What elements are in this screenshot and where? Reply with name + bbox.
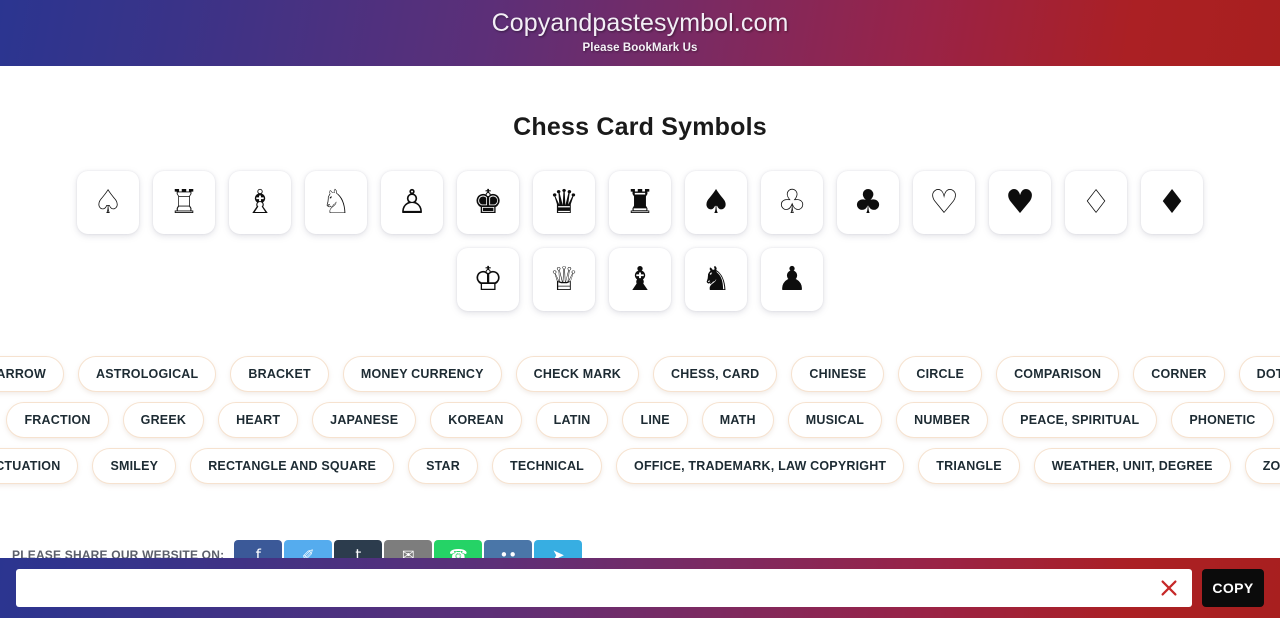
copy-input-wrap <box>16 569 1192 607</box>
symbol-tile-white-chess-knight[interactable]: ♘ <box>305 171 367 234</box>
black-spade-suit-glyph: ♠ <box>701 182 731 221</box>
symbol-tile-black-club-suit[interactable]: ♣ <box>837 171 899 234</box>
category-chip[interactable]: ZODIAC <box>1244 448 1280 484</box>
category-chip[interactable]: CHINESE <box>791 356 885 392</box>
category-chip[interactable]: COMPARISON <box>996 356 1120 392</box>
white-heart-suit-glyph: ♡ <box>929 182 959 221</box>
category-chip[interactable]: NUMBER <box>896 402 989 438</box>
category-chip[interactable]: PUNCTUATION <box>0 448 79 484</box>
copy-button[interactable]: COPY <box>1202 569 1264 607</box>
symbol-tile-black-chess-pawn[interactable]: ♟ <box>761 248 823 311</box>
symbol-tile-black-spade-suit[interactable]: ♠ <box>685 171 747 234</box>
category-row-1: ARROW ASTROLOGICAL BRACKET MONEY CURRENCY CH… <box>0 356 1280 392</box>
category-row-3: PUNCTUATION SMILEY RECTANGLE AND SQUARE STA… <box>0 448 1280 484</box>
black-club-suit-glyph: ♣ <box>853 182 883 221</box>
page-stage: Copyandpastesymbol.com Please BookMark U… <box>0 0 1280 618</box>
category-chip[interactable]: STAR <box>408 448 478 484</box>
category-chip[interactable]: FRACTION <box>6 402 109 438</box>
black-diamond-suit-glyph: ♦ <box>1157 182 1187 221</box>
category-chip[interactable]: PEACE, SPIRITUAL <box>1002 402 1158 438</box>
black-chess-pawn-glyph: ♟ <box>777 259 807 298</box>
symbol-tile-white-chess-rook[interactable]: ♖ <box>153 171 215 234</box>
black-chess-rook-glyph: ♜ <box>625 182 655 221</box>
category-chip[interactable]: MATH <box>701 402 774 438</box>
site-header: Copyandpastesymbol.com Please BookMark U… <box>0 0 1280 68</box>
white-diamond-suit-glyph: ♢ <box>1081 182 1111 221</box>
symbol-tile-black-chess-rook[interactable]: ♜ <box>609 171 671 234</box>
white-chess-bishop-glyph: ♗ <box>245 182 275 221</box>
symbol-output-input[interactable] <box>16 569 1192 607</box>
category-chip[interactable]: ARROW <box>0 356 64 392</box>
category-chip[interactable]: DOT <box>1238 356 1280 392</box>
symbol-tile-white-club-suit[interactable]: ♧ <box>761 171 823 234</box>
symbol-tile-black-chess-bishop[interactable]: ♝ <box>609 248 671 311</box>
category-chip[interactable]: WEATHER, UNIT, DEGREE <box>1033 448 1231 484</box>
category-chip[interactable]: LINE <box>622 402 688 438</box>
symbol-tile-white-chess-pawn[interactable]: ♙ <box>381 171 443 234</box>
black-chess-queen-glyph: ♛ <box>549 182 579 221</box>
category-chip[interactable]: JAPANESE <box>312 402 417 438</box>
white-chess-rook-glyph: ♖ <box>169 182 199 221</box>
copy-bar: COPY <box>0 558 1280 618</box>
symbol-tile-white-heart-suit[interactable]: ♡ <box>913 171 975 234</box>
symbol-tile-white-chess-bishop[interactable]: ♗ <box>229 171 291 234</box>
category-chip[interactable]: OFFICE, TRADEMARK, LAW COPYRIGHT <box>616 448 905 484</box>
white-chess-king-glyph: ♔ <box>473 259 503 298</box>
category-chip[interactable]: SMILEY <box>92 448 177 484</box>
black-chess-king-glyph: ♚ <box>473 182 503 221</box>
main-content: Chess Card Symbols ♤ ♖ ♗ ♘ ♙ ♚ ♛ ♜ ♠ ♧ ♣ ♡ ♥ ♢ ♦ ♔ ♕ ♝ ♞ ♟ … <box>0 68 1280 484</box>
page-title: Chess Card Symbols <box>513 113 767 141</box>
category-chip[interactable]: CHECK MARK <box>515 356 640 392</box>
category-row-2: FRACTION GREEK HEART JAPANESE KOREAN LATIN LIN… <box>6 402 1274 438</box>
category-chip[interactable]: LATIN <box>535 402 609 438</box>
category-chip[interactable]: CIRCLE <box>898 356 983 392</box>
category-chip[interactable]: TRIANGLE <box>918 448 1020 484</box>
symbol-tile-white-chess-king[interactable]: ♔ <box>457 248 519 311</box>
category-chip[interactable]: RECTANGLE AND SQUARE <box>190 448 395 484</box>
white-chess-pawn-glyph: ♙ <box>397 182 427 221</box>
white-club-suit-glyph: ♧ <box>777 182 807 221</box>
category-chip-area: ARROW ASTROLOGICAL BRACKET MONEY CURRENCY CH… <box>0 356 1280 484</box>
white-chess-knight-glyph: ♘ <box>321 182 351 221</box>
black-chess-bishop-glyph: ♝ <box>625 259 655 298</box>
category-chip[interactable]: CHESS, CARD <box>653 356 778 392</box>
bookmark-prompt: Please BookMark Us <box>582 42 698 55</box>
symbol-tile-black-diamond-suit[interactable]: ♦ <box>1141 171 1203 234</box>
category-chip[interactable]: TECHNICAL <box>492 448 603 484</box>
black-chess-knight-glyph: ♞ <box>701 259 731 298</box>
category-chip[interactable]: ASTROLOGICAL <box>77 356 217 392</box>
clear-icon[interactable] <box>1158 577 1180 599</box>
category-chip[interactable]: MUSICAL <box>787 402 883 438</box>
black-heart-suit-glyph: ♥ <box>1005 182 1035 221</box>
category-chip[interactable]: MONEY CURRENCY <box>342 356 502 392</box>
white-spade-suit-glyph: ♤ <box>93 182 123 221</box>
category-chip[interactable]: GREEK <box>122 402 205 438</box>
symbol-tile-black-chess-king[interactable]: ♚ <box>457 171 519 234</box>
category-chip[interactable]: BRACKET <box>230 356 329 392</box>
symbol-tile-black-heart-suit[interactable]: ♥ <box>989 171 1051 234</box>
category-chip[interactable]: HEART <box>218 402 299 438</box>
category-chip[interactable]: CORNER <box>1133 356 1225 392</box>
category-chip[interactable]: PHONETIC <box>1171 402 1274 438</box>
symbol-grid: ♤ ♖ ♗ ♘ ♙ ♚ ♛ ♜ ♠ ♧ ♣ ♡ ♥ ♢ ♦ ♔ ♕ ♝ ♞ ♟ <box>50 142 1230 318</box>
symbol-tile-white-spade-suit[interactable]: ♤ <box>77 171 139 234</box>
symbol-tile-black-chess-queen[interactable]: ♛ <box>533 171 595 234</box>
white-chess-queen-glyph: ♕ <box>549 259 579 298</box>
category-chip[interactable]: KOREAN <box>430 402 522 438</box>
symbol-tile-black-chess-knight[interactable]: ♞ <box>685 248 747 311</box>
site-title: Copyandpastesymbol.com <box>491 9 789 38</box>
symbol-tile-white-diamond-suit[interactable]: ♢ <box>1065 171 1127 234</box>
symbol-tile-white-chess-queen[interactable]: ♕ <box>533 248 595 311</box>
